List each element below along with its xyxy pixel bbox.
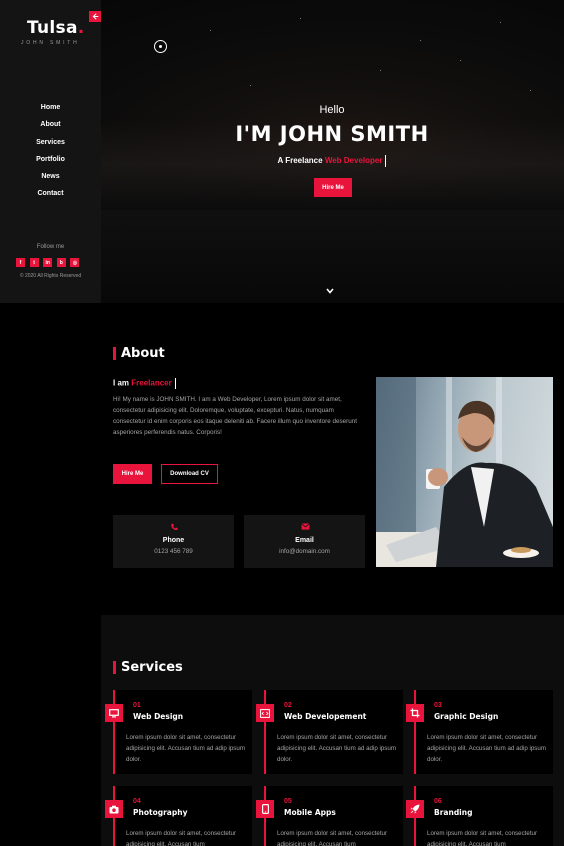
logo[interactable]: Tulsa. <box>27 18 85 38</box>
about-iam-highlight: Freelancer <box>131 378 172 388</box>
hero-subtitle: A Freelance Web Developer <box>100 155 564 167</box>
monitor-icon <box>105 704 123 722</box>
service-card[interactable]: 02 Web Developement Lorem ipsum dolor si… <box>256 690 403 774</box>
about-iam: I am Freelancer <box>113 378 176 389</box>
email-label: Email <box>295 537 314 544</box>
nav-item-portfolio[interactable]: Portfolio <box>0 153 101 170</box>
chevron-down-icon[interactable] <box>325 286 335 296</box>
crop-icon <box>406 704 424 722</box>
service-number: 04 <box>133 798 141 805</box>
nav-item-contact[interactable]: Contact <box>0 187 101 204</box>
follow-label: Follow me <box>36 244 65 250</box>
rocket-icon <box>406 800 424 818</box>
cursor-ring-icon <box>154 40 167 53</box>
code-icon <box>256 704 274 722</box>
heading-accent-bar <box>113 661 116 674</box>
profile-photo <box>376 377 553 567</box>
service-name: Web Developement <box>284 712 367 721</box>
service-name: Web Design <box>133 712 184 721</box>
about-iam-prefix: I am <box>113 378 130 388</box>
about-heading: About <box>113 346 165 361</box>
hero-subtitle-highlight: Web Developer <box>324 156 383 166</box>
behance-icon[interactable]: b <box>56 258 66 267</box>
hero-subtitle-prefix: A Freelance <box>277 156 323 166</box>
service-description: Lorem ipsum dolor sit amet, consectetur … <box>126 830 237 846</box>
service-name: Branding <box>434 808 473 817</box>
service-description: Lorem ipsum dolor sit amet, consectetur … <box>126 734 245 763</box>
mobile-icon <box>256 800 274 818</box>
sidebar-nav: Home About Services Portfolio News Conta… <box>0 101 101 205</box>
twitter-icon[interactable]: t <box>29 258 39 267</box>
about-text: Hi! My name is JOHN SMITH. I am a Web De… <box>113 396 357 436</box>
camera-icon <box>105 800 123 818</box>
service-name: Photography <box>133 808 188 817</box>
email-value: info@domain.com <box>279 548 330 555</box>
sidebar: Tulsa. JOHN SMITH Home About Services Po… <box>0 0 101 303</box>
hero-greeting: Hello <box>319 104 345 116</box>
nav-item-services[interactable]: Services <box>0 136 101 153</box>
nav-item-about[interactable]: About <box>0 118 101 135</box>
email-card: Email info@domain.com <box>244 515 365 568</box>
service-card[interactable]: 05 Mobile Apps Lorem ipsum dolor sit ame… <box>256 786 403 846</box>
phone-card: Phone 0123 456 789 <box>113 515 234 568</box>
service-card[interactable]: 04 Photography Lorem ipsum dolor sit ame… <box>105 786 252 846</box>
service-number: 05 <box>284 798 292 805</box>
service-number: 06 <box>434 798 442 805</box>
service-card[interactable]: 03 Graphic Design Lorem ipsum dolor sit … <box>406 690 553 774</box>
about-hire-button[interactable]: Hire Me <box>113 464 152 484</box>
typing-caret <box>385 155 387 167</box>
service-name: Graphic Design <box>434 712 499 721</box>
service-name: Mobile Apps <box>284 808 336 817</box>
phone-value: 0123 456 789 <box>154 548 193 555</box>
services-heading-text: Services <box>121 660 183 675</box>
typing-caret <box>174 378 176 389</box>
service-number: 02 <box>284 702 292 709</box>
linkedin-icon[interactable]: in <box>43 258 53 267</box>
hero-title: I'M JOHN SMITH <box>235 122 429 146</box>
service-description: Lorem ipsum dolor sit amet, consectetur … <box>427 734 546 763</box>
service-number: 01 <box>133 702 141 709</box>
service-card[interactable]: 06 Branding Lorem ipsum dolor sit amet, … <box>406 786 553 846</box>
services-heading: Services <box>113 660 183 675</box>
arrow-left-icon[interactable] <box>89 11 101 22</box>
heading-accent-bar <box>113 347 116 360</box>
nav-item-home[interactable]: Home <box>0 101 101 118</box>
nav-item-news[interactable]: News <box>0 170 101 187</box>
instagram-icon[interactable]: ◎ <box>70 258 80 267</box>
hero-hire-button[interactable]: Hire Me <box>314 178 352 197</box>
service-description: Lorem ipsum dolor sit amet, consectetur … <box>427 830 538 846</box>
logo-dot: . <box>77 18 85 38</box>
service-description: Lorem ipsum dolor sit amet, consectetur … <box>277 830 388 846</box>
service-card[interactable]: 01 Web Design Lorem ipsum dolor sit amet… <box>105 690 252 774</box>
logo-subtitle: JOHN SMITH <box>21 40 80 46</box>
about-heading-text: About <box>121 346 165 361</box>
envelope-icon <box>300 523 310 531</box>
service-number: 03 <box>434 702 442 709</box>
download-cv-button[interactable]: Download CV <box>161 464 218 484</box>
phone-icon <box>170 523 178 531</box>
copyright: © 2020 All Rights Reserved <box>19 273 82 279</box>
logo-text: Tulsa <box>27 18 78 38</box>
social-links: f t in b ◎ <box>16 258 80 267</box>
service-description: Lorem ipsum dolor sit amet, consectetur … <box>277 734 396 763</box>
facebook-icon[interactable]: f <box>16 258 25 267</box>
phone-label: Phone <box>162 537 185 544</box>
